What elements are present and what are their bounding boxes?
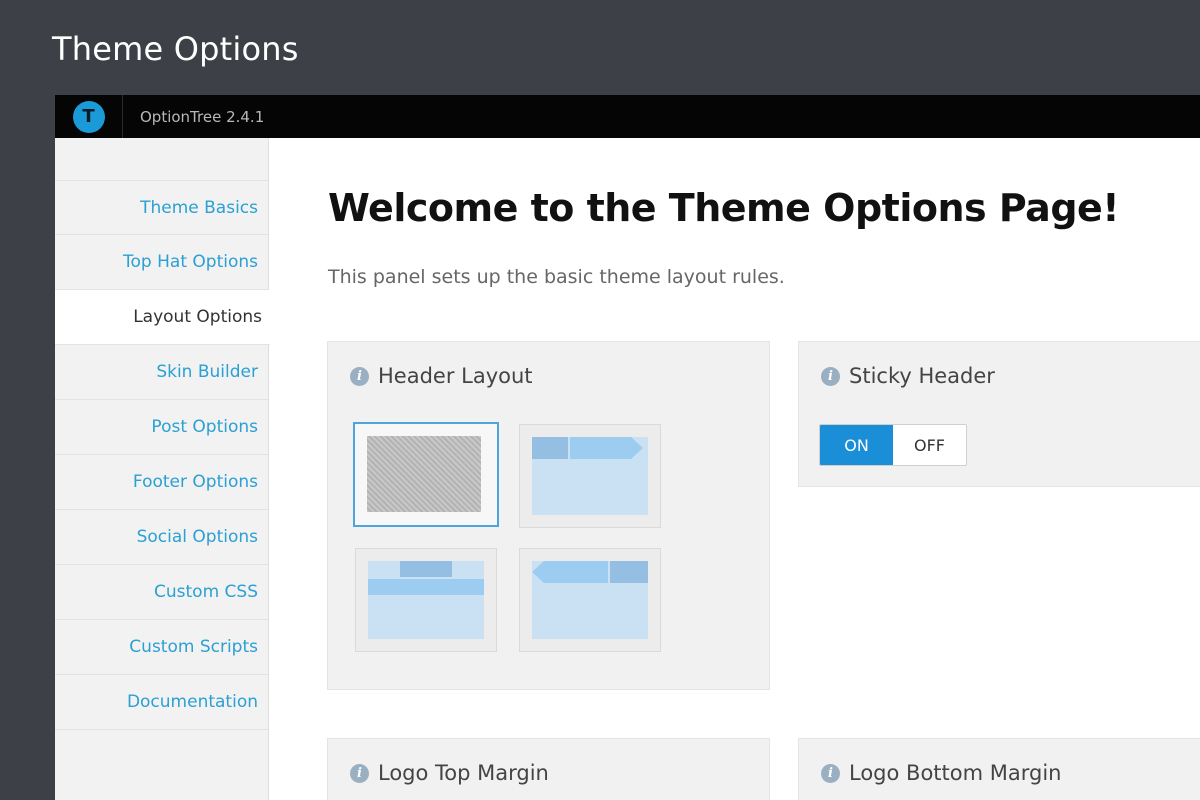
intro-text: This panel sets up the basic theme layou…: [328, 266, 785, 288]
sidebar: Theme Basics Top Hat Options Layout Opti…: [55, 138, 270, 800]
logo-bottom-margin-label: Logo Bottom Margin: [849, 761, 1062, 785]
header-layout-label: Header Layout: [378, 364, 533, 388]
toggle-off-button[interactable]: OFF: [893, 425, 966, 465]
sidebar-item-top-hat-options[interactable]: Top Hat Options: [55, 235, 268, 290]
sidebar-item-theme-basics[interactable]: Theme Basics: [55, 180, 268, 235]
header-layout-option-1[interactable]: [353, 422, 499, 527]
arrow-right-icon: [631, 437, 643, 459]
arrow-left-icon: [532, 561, 544, 583]
header-layout-option-2[interactable]: [519, 424, 661, 528]
options-frame: T OptionTree 2.4.1 Theme Basics Top Hat …: [55, 95, 1200, 800]
logo-top-margin-label: Logo Top Margin: [378, 761, 549, 785]
logo-top-margin-title: i Logo Top Margin: [350, 761, 549, 785]
sidebar-item-documentation[interactable]: Documentation: [55, 675, 268, 730]
layout-thumbnail-pattern: [367, 436, 481, 512]
page-title: Theme Options: [52, 30, 299, 68]
version-label: OptionTree 2.4.1: [140, 107, 265, 126]
header-layout-title: i Header Layout: [350, 364, 533, 388]
sticky-header-card: i Sticky Header ON OFF: [798, 341, 1200, 487]
sidebar-item-footer-options[interactable]: Footer Options: [55, 455, 268, 510]
sidebar-nav: Theme Basics Top Hat Options Layout Opti…: [55, 180, 270, 730]
sidebar-item-layout-options[interactable]: Layout Options: [55, 290, 270, 345]
info-icon[interactable]: i: [350, 366, 369, 386]
sidebar-item-social-options[interactable]: Social Options: [55, 510, 268, 565]
logo-bottom-margin-title: i Logo Bottom Margin: [821, 761, 1061, 785]
welcome-heading: Welcome to the Theme Options Page!: [328, 186, 1120, 230]
sticky-header-label: Sticky Header: [849, 364, 995, 388]
info-icon[interactable]: i: [350, 763, 369, 783]
layout-thumbnail: [368, 561, 484, 639]
sidebar-item-custom-css[interactable]: Custom CSS: [55, 565, 268, 620]
layout-thumbnail: [532, 561, 648, 639]
sidebar-item-custom-scripts[interactable]: Custom Scripts: [55, 620, 268, 675]
layout-thumbnail: [532, 437, 648, 515]
header-layout-card: i Header Layout: [327, 341, 770, 690]
top-bar: T OptionTree 2.4.1: [55, 95, 1200, 138]
header-layout-option-3[interactable]: [355, 548, 497, 652]
sidebar-item-post-options[interactable]: Post Options: [55, 400, 268, 455]
info-icon[interactable]: i: [821, 763, 840, 783]
sidebar-item-skin-builder[interactable]: Skin Builder: [55, 345, 268, 400]
logo-bottom-margin-card: i Logo Bottom Margin: [798, 738, 1200, 800]
header-layout-option-4[interactable]: [519, 548, 661, 652]
sticky-header-title: i Sticky Header: [821, 364, 995, 388]
logo-container: T: [55, 95, 123, 138]
info-icon[interactable]: i: [821, 366, 840, 386]
toggle-on-button[interactable]: ON: [820, 425, 893, 465]
main-content: Welcome to the Theme Options Page! This …: [270, 138, 1200, 800]
sticky-header-toggle[interactable]: ON OFF: [819, 424, 967, 466]
logo-top-margin-card: i Logo Top Margin: [327, 738, 770, 800]
optiontree-logo-icon: T: [72, 100, 105, 133]
